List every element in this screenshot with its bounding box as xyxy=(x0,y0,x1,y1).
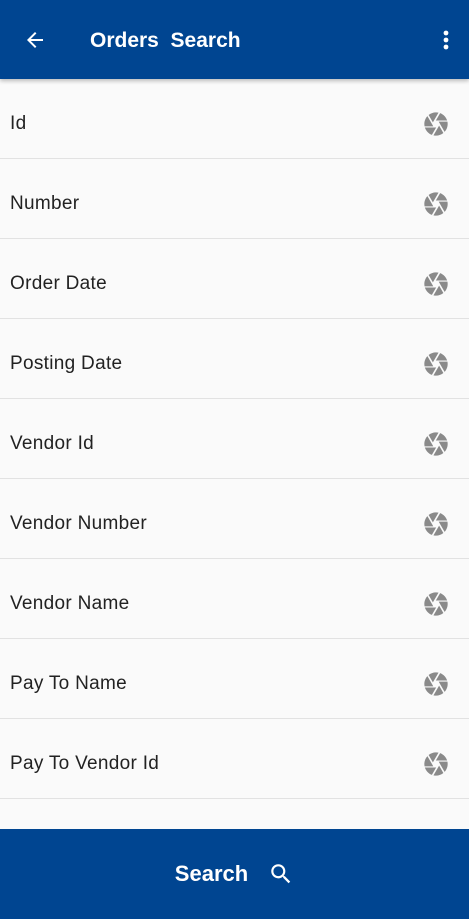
aperture-icon[interactable] xyxy=(422,750,450,778)
search-field-list: Id Number Order Date Posting Date Vendor… xyxy=(0,79,469,829)
aperture-icon[interactable] xyxy=(422,350,450,378)
search-button-label: Search xyxy=(174,861,249,886)
field-row[interactable]: Vendor Name xyxy=(0,559,469,639)
field-row[interactable]: Pay To Vendor Id xyxy=(0,719,469,799)
field-row[interactable]: Vendor Id xyxy=(0,399,469,479)
aperture-icon[interactable] xyxy=(422,590,450,618)
field-label: Vendor Name xyxy=(10,593,130,614)
search-button[interactable]: Search xyxy=(175,861,294,887)
arrow-left-icon xyxy=(27,32,43,48)
field-row[interactable] xyxy=(0,799,469,829)
field-label: Posting Date xyxy=(10,353,123,374)
aperture-icon[interactable] xyxy=(422,670,450,698)
aperture-icon[interactable] xyxy=(422,510,450,538)
aperture-icon[interactable] xyxy=(422,430,450,458)
field-row[interactable]: Number xyxy=(0,159,469,239)
app-bar: Orders Search xyxy=(0,0,469,79)
field-label: Id xyxy=(10,113,27,134)
aperture-icon[interactable] xyxy=(422,190,450,218)
field-label: Pay To Name xyxy=(10,673,128,694)
field-row[interactable]: Id xyxy=(0,79,469,159)
bottom-action-bar: Search xyxy=(0,829,469,919)
aperture-icon[interactable] xyxy=(422,270,450,298)
field-label: Pay To Vendor Id xyxy=(10,753,160,774)
field-label: Number xyxy=(10,193,80,214)
back-button[interactable] xyxy=(22,27,48,53)
field-row[interactable]: Posting Date xyxy=(0,319,469,399)
more-options-button[interactable] xyxy=(436,27,456,53)
field-label: Vendor Id xyxy=(10,433,95,454)
field-label: Order Date xyxy=(10,273,107,294)
page-title: Orders Search xyxy=(90,29,241,52)
aperture-icon[interactable] xyxy=(422,110,450,138)
search-icon xyxy=(271,864,291,884)
field-row[interactable]: Pay To Name xyxy=(0,639,469,719)
more-vertical-icon xyxy=(443,30,449,50)
field-row[interactable]: Vendor Number xyxy=(0,479,469,559)
field-row[interactable]: Order Date xyxy=(0,239,469,319)
field-label: Vendor Number xyxy=(10,513,147,534)
